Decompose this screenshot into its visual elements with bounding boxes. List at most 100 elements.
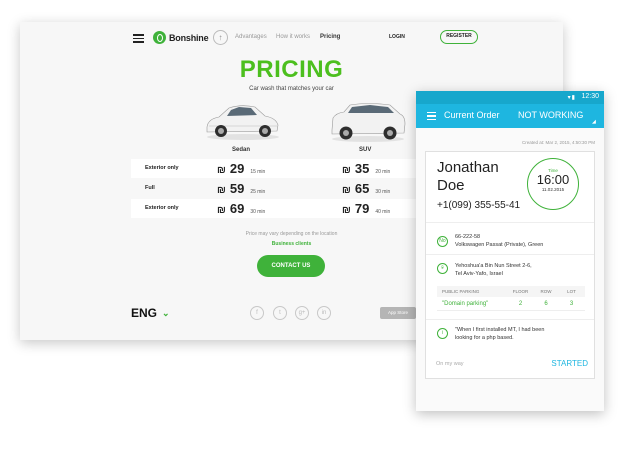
parking-table: PUBLIC PARKING FLOOR ROW LOT "Domain par… bbox=[437, 286, 585, 311]
price-value: 65 bbox=[354, 181, 370, 196]
nav-how-it-works[interactable]: How it works bbox=[276, 34, 310, 40]
duration: 40 min bbox=[375, 209, 391, 215]
app-title: Current Order bbox=[444, 110, 500, 120]
signal-battery-icon: ▾▮ bbox=[567, 95, 576, 101]
parking-row: 6 bbox=[544, 300, 548, 307]
row-label: Full bbox=[145, 185, 155, 191]
sedan-car-image bbox=[206, 105, 279, 140]
suv-car-image bbox=[331, 103, 406, 142]
customer-comment: "When I first installed MT, I had been l… bbox=[455, 326, 544, 342]
customer-last-name: Doe bbox=[437, 177, 465, 194]
language-label: ENG bbox=[131, 306, 158, 320]
info-icon: i bbox=[437, 328, 448, 339]
currency-symbol: ₪ bbox=[342, 185, 351, 196]
linkedin-icon[interactable]: in bbox=[317, 306, 331, 320]
address-info: Yehoshua'a Bin Nun Street 2-6, Tel Aviv-… bbox=[455, 262, 532, 278]
location-icon: ⌾ bbox=[437, 263, 448, 274]
divider bbox=[426, 222, 594, 223]
register-button[interactable]: REGISTER bbox=[440, 30, 478, 44]
twitter-icon[interactable]: t bbox=[273, 306, 287, 320]
price-row: Full ₪ 59 25 min ₪ 65 30 min bbox=[131, 179, 421, 198]
nav-advantages[interactable]: Advantages bbox=[235, 34, 267, 40]
logo-text: Bonshine bbox=[169, 32, 209, 43]
customer-first-name: Jonathan bbox=[437, 159, 499, 176]
price-row: Exterior only ₪ 69 30 min ₪ 79 40 min bbox=[131, 199, 421, 218]
vehicle-description: Volkswagen Passat (Private), Green bbox=[455, 242, 544, 248]
col-row: ROW bbox=[540, 289, 552, 294]
sedan-price: ₪ 69 30 min bbox=[217, 201, 265, 216]
arrow-up-icon[interactable]: ↑ bbox=[213, 30, 228, 45]
parking-floor: 2 bbox=[518, 300, 523, 307]
price-value: 79 bbox=[354, 201, 370, 216]
address-line1: Yehoshua'a Bin Nun Street 2-6, bbox=[455, 263, 532, 269]
chevron-down-icon: ⌄ bbox=[162, 307, 170, 318]
parking-header: PUBLIC PARKING FLOOR ROW LOT bbox=[437, 286, 585, 297]
currency-symbol: ₪ bbox=[342, 205, 351, 216]
suv-price: ₪ 65 30 min bbox=[342, 181, 390, 196]
created-timestamp: Created at: Mar 2, 2015, 4:50:30 PM bbox=[521, 140, 595, 145]
col-public-parking: PUBLIC PARKING bbox=[442, 289, 480, 294]
nav-pricing[interactable]: Pricing bbox=[320, 34, 340, 40]
suv-label: SUV bbox=[359, 147, 372, 153]
status-bar: ▾▮ 12:30 bbox=[416, 91, 604, 104]
login-link[interactable]: LOGIN bbox=[389, 34, 405, 40]
google-plus-icon[interactable]: g+ bbox=[295, 306, 309, 320]
order-card: Jonathan Doe +1(099) 355-55-41 Time 16:0… bbox=[425, 151, 595, 379]
customer-phone[interactable]: +1(099) 355-55-41 bbox=[437, 200, 520, 211]
col-lot: LOT bbox=[567, 289, 576, 294]
dropdown-arrow-icon: ◢ bbox=[592, 119, 596, 125]
currency-symbol: ₪ bbox=[217, 185, 226, 196]
comment-line2: looking for a php based. bbox=[455, 335, 514, 341]
currency-symbol: ₪ bbox=[217, 205, 226, 216]
row-label: Exterior only bbox=[145, 165, 179, 171]
language-selector[interactable]: ENG ⌄ bbox=[131, 306, 170, 320]
price-row: Exterior only ₪ 29 15 min ₪ 35 20 min bbox=[131, 159, 421, 178]
duration: 30 min bbox=[375, 189, 391, 195]
sedan-price: ₪ 29 15 min bbox=[217, 161, 265, 176]
plate-icon: No bbox=[437, 236, 448, 247]
vehicle-info: 66-222-58 Volkswagen Passat (Private), G… bbox=[455, 233, 543, 249]
price-value: 35 bbox=[354, 161, 370, 176]
app-store-badge[interactable]: App Store bbox=[380, 307, 416, 319]
address-line2: Tel Aviv-Yafo, Israel bbox=[455, 271, 503, 277]
facebook-icon[interactable]: f bbox=[250, 306, 264, 320]
plate-number: 66-222-58 bbox=[455, 234, 481, 240]
duration: 25 min bbox=[250, 189, 266, 195]
price-value: 69 bbox=[229, 201, 245, 216]
price-value: 59 bbox=[229, 181, 245, 196]
status-time: 12:30 bbox=[581, 93, 599, 100]
sedan-label: Sedan bbox=[232, 147, 251, 153]
suv-price: ₪ 79 40 min bbox=[342, 201, 390, 216]
price-value: 29 bbox=[229, 161, 245, 176]
divider bbox=[426, 254, 594, 255]
sedan-price: ₪ 59 25 min bbox=[217, 181, 265, 196]
page-title: PRICING bbox=[239, 56, 344, 83]
contact-us-button[interactable]: CONTACT US bbox=[257, 255, 325, 277]
parking-name: "Domain parking" bbox=[442, 300, 489, 307]
brand-logo[interactable]: Bonshine bbox=[153, 31, 209, 44]
timer-value: 16:00 bbox=[536, 172, 570, 187]
menu-icon[interactable] bbox=[427, 112, 436, 122]
logo-icon bbox=[153, 31, 166, 44]
divider bbox=[426, 319, 594, 320]
suv-price: ₪ 35 20 min bbox=[342, 161, 390, 176]
row-label: Exterior only bbox=[145, 205, 179, 211]
table-row: "Domain parking" 2 6 3 bbox=[437, 297, 585, 311]
col-floor: FLOOR bbox=[512, 289, 529, 294]
work-status-dropdown[interactable]: NOT WORKING bbox=[518, 110, 583, 120]
parking-lot: 3 bbox=[569, 300, 574, 307]
customer-name: Jonathan Doe bbox=[437, 159, 499, 195]
menu-icon[interactable] bbox=[133, 34, 144, 43]
mobile-app-screen: ▾▮ 12:30 Current Order NOT WORKING ◢ Cre… bbox=[416, 91, 604, 411]
duration: 20 min bbox=[375, 169, 391, 175]
duration: 30 min bbox=[250, 209, 266, 215]
app-bar: Current Order NOT WORKING ◢ bbox=[416, 104, 604, 128]
top-nav: Bonshine ↑ Advantages How it works Prici… bbox=[20, 22, 563, 54]
currency-symbol: ₪ bbox=[342, 165, 351, 176]
currency-symbol: ₪ bbox=[217, 165, 226, 176]
comment-line1: "When I first installed MT, I had been bbox=[455, 327, 545, 333]
timer-date: 11.02.2015 bbox=[541, 187, 565, 192]
on-my-way-button[interactable]: On my way bbox=[436, 361, 464, 367]
started-button[interactable]: STARTED bbox=[551, 359, 588, 368]
duration: 15 min bbox=[250, 169, 266, 175]
